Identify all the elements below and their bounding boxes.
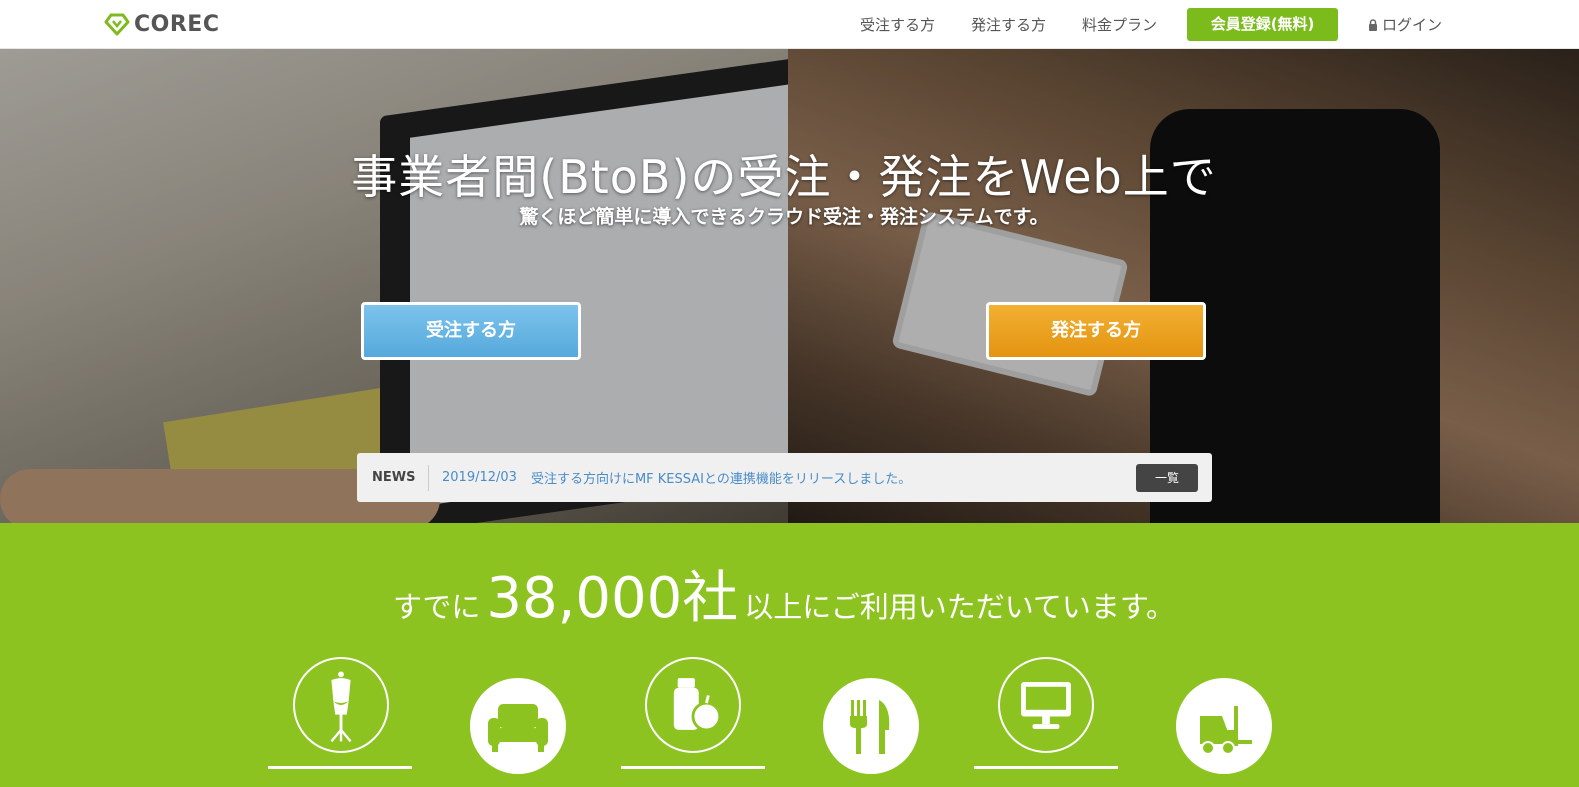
top-nav: 受注する方 発注する方 料金プラン 会員登録(無料) ログイン (860, 0, 1442, 49)
hero-subtitle: 驚くほど簡単に導入できるクラウド受注・発注システムです。 (519, 206, 1049, 228)
fork-knife-icon (850, 700, 890, 754)
corec-logo[interactable]: COREC (104, 11, 219, 37)
stats-section: すでに 38,000社 以上にご利用いただいています。 (0, 523, 1579, 787)
industry-logistics[interactable] (1176, 678, 1272, 774)
stat-suffix: 以上にご利用いただいています。 (744, 590, 1175, 624)
cta-receive-button[interactable]: 受注する方 (361, 302, 581, 360)
forklift-icon (1200, 706, 1252, 755)
industry-electronics[interactable] (998, 657, 1094, 753)
nav-order-link[interactable]: 発注する方 (971, 14, 1046, 35)
site-header: COREC 受注する方 発注する方 料金プラン 会員登録(無料) ログイン (0, 0, 1579, 49)
news-list-button[interactable]: 一覧 (1136, 464, 1198, 492)
lock-icon (1369, 18, 1378, 31)
stat-number: 38,000社 (486, 566, 739, 631)
hero-title: 事業者間(BtoB)の受注・発注をWeb上で (351, 150, 1217, 204)
industry-furniture[interactable] (470, 678, 566, 774)
mannequin-icon (330, 671, 352, 743)
news-date[interactable]: 2019/12/03 (442, 470, 517, 485)
news-bar: NEWS 2019/12/03 受注する方向けにMF KESSAIとの連携機能を… (357, 453, 1212, 502)
hero-overlay (0, 49, 1579, 523)
user-count-statement: すでに 38,000社 以上にご利用いただいています。 (0, 553, 1568, 634)
corec-logo-icon (104, 13, 130, 36)
login-label: ログイン (1382, 16, 1443, 34)
news-label: NEWS (357, 464, 429, 491)
industry-restaurant[interactable] (823, 678, 919, 774)
industry-food[interactable] (645, 657, 741, 753)
cta-order-button[interactable]: 発注する方 (986, 302, 1206, 360)
nav-pricing-link[interactable]: 料金プラン (1082, 14, 1157, 35)
hero-section: 事業者間(BtoB)の受注・発注をWeb上で 驚くほど簡単に導入できるクラウド受… (0, 49, 1579, 523)
register-button[interactable]: 会員登録(無料) (1187, 8, 1339, 41)
login-link[interactable]: ログイン (1368, 14, 1442, 35)
industry-apparel[interactable] (293, 657, 389, 753)
industry-food-underline (621, 766, 765, 769)
sofa-icon (488, 704, 548, 752)
industry-electronics-underline (974, 766, 1118, 769)
logo-text: COREC (134, 11, 220, 37)
stat-prefix: すでに (393, 590, 481, 624)
news-headline-link[interactable]: 受注する方向けにMF KESSAIとの連携機能をリリースしました。 (531, 468, 911, 487)
monitor-icon (1021, 682, 1071, 729)
food-bottle-apple-icon (673, 678, 722, 732)
nav-receive-link[interactable]: 受注する方 (860, 14, 935, 35)
industry-apparel-underline (268, 766, 412, 769)
